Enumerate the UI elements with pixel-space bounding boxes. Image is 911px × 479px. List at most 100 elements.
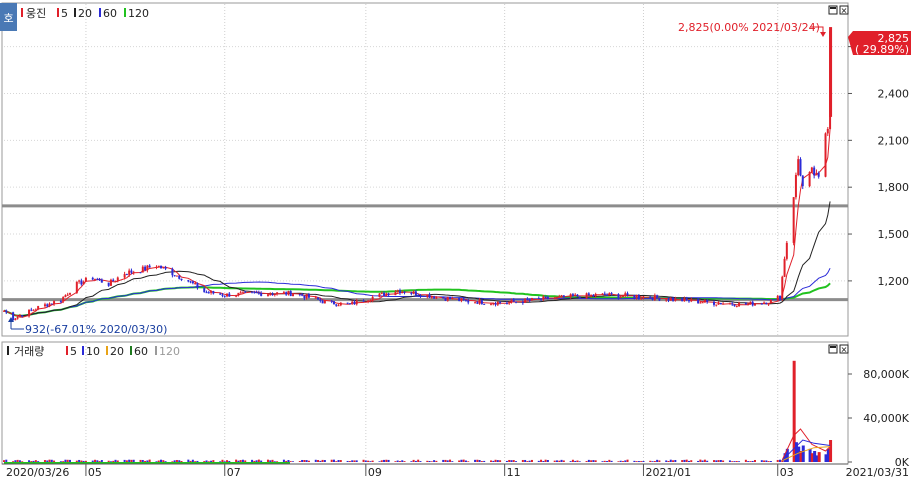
volume-bar: [62, 461, 65, 462]
candle-body: [107, 282, 110, 286]
volume-bar: [321, 459, 324, 462]
candle-body: [16, 316, 19, 319]
volume-bar: [394, 461, 397, 462]
candle-body: [433, 296, 436, 299]
volume-bar: [194, 461, 197, 462]
candle-body: [235, 295, 238, 297]
candle-body: [826, 128, 829, 134]
candle-body: [815, 172, 818, 176]
volume-bar: [78, 459, 81, 462]
candle-body: [144, 266, 147, 271]
volume-bar: [319, 460, 322, 462]
volume-bar: [12, 461, 15, 462]
volume-bar: [608, 459, 611, 462]
volume-bar: [508, 459, 511, 462]
volume-bar: [738, 461, 741, 462]
candle-body: [690, 299, 693, 302]
candle-body: [624, 293, 627, 296]
volume-bar: [128, 459, 131, 462]
candle-body: [292, 294, 295, 296]
volume-bar: [175, 459, 178, 462]
candle-body: [210, 291, 213, 293]
volume-bar: [271, 459, 274, 462]
volume-bar: [96, 460, 99, 462]
volume-bar: [451, 461, 454, 462]
volume-bar: [205, 460, 208, 462]
volume-bar: [817, 452, 821, 462]
candle-body: [146, 265, 149, 271]
candle-body: [123, 274, 126, 278]
candle-body: [223, 295, 226, 297]
volume-bar: [378, 461, 381, 462]
volume-bar: [266, 459, 269, 462]
price-y-axis: 1,2001,5001,8002,1002,4002,700: [848, 41, 909, 288]
volume-bar: [521, 459, 524, 462]
candle-body: [321, 300, 324, 304]
volume-bar: [621, 461, 624, 462]
candle-body: [273, 293, 276, 295]
volume-bar: [719, 459, 722, 462]
candle-body: [576, 294, 579, 297]
candle-body: [132, 272, 135, 274]
volume-bar: [301, 459, 304, 462]
volume-bar: [241, 459, 244, 462]
volume-bar: [763, 460, 766, 462]
volume-bar: [80, 460, 83, 462]
candle-body: [178, 275, 181, 279]
volume-bar: [59, 461, 62, 462]
volume-bar: [499, 460, 502, 462]
volume-bar: [37, 461, 40, 462]
candle-body: [728, 303, 731, 305]
candle-body: [713, 301, 716, 305]
candle-body: [637, 295, 640, 299]
candle-body: [353, 301, 356, 305]
volume-bar: [239, 460, 242, 462]
candle-body: [626, 293, 629, 296]
volume-bar: [66, 459, 69, 462]
volume-bar: [464, 460, 467, 462]
candle-body: [444, 298, 447, 301]
candle-body: [157, 265, 160, 267]
candle-body: [608, 293, 611, 296]
volume-bar: [369, 461, 372, 462]
candle-body: [314, 297, 317, 299]
volume-bar: [592, 460, 595, 462]
candle-body: [749, 301, 752, 304]
volume-bar: [371, 460, 374, 462]
candle-body: [125, 274, 128, 276]
candle-body: [155, 266, 158, 268]
price-tick-label: 2,100: [878, 134, 910, 147]
volume-bar: [665, 460, 668, 462]
candle-body: [398, 290, 401, 293]
volume-bar: [346, 460, 349, 462]
candle-body: [824, 133, 827, 177]
volume-bar: [253, 460, 256, 462]
candle-body: [276, 292, 279, 294]
volume-bar: [417, 459, 420, 462]
volume-bar: [735, 461, 738, 462]
volume-bar: [398, 461, 401, 462]
volume-bar: [717, 460, 720, 462]
candle-body: [221, 294, 224, 296]
volume-bar: [16, 459, 19, 462]
candle-body: [348, 303, 351, 305]
volume-bar: [383, 459, 386, 462]
candle-body: [298, 294, 301, 296]
volume-bar: [594, 460, 597, 462]
candle-body: [369, 300, 372, 302]
volume-bar: [125, 460, 128, 462]
volume-bar: [396, 460, 399, 462]
volume-bar: [255, 460, 258, 462]
volume-bar: [687, 460, 690, 462]
volume-bar: [706, 460, 709, 462]
candle-body: [383, 292, 386, 296]
volume-bar: [587, 459, 590, 462]
candle-body: [717, 303, 720, 305]
candle-body: [139, 272, 142, 274]
volume-bar: [651, 461, 654, 462]
volume-bar: [287, 460, 290, 462]
volume-bar: [458, 460, 461, 462]
candle-body: [59, 301, 62, 303]
volume-bar: [640, 461, 643, 462]
candle-body: [574, 294, 577, 296]
